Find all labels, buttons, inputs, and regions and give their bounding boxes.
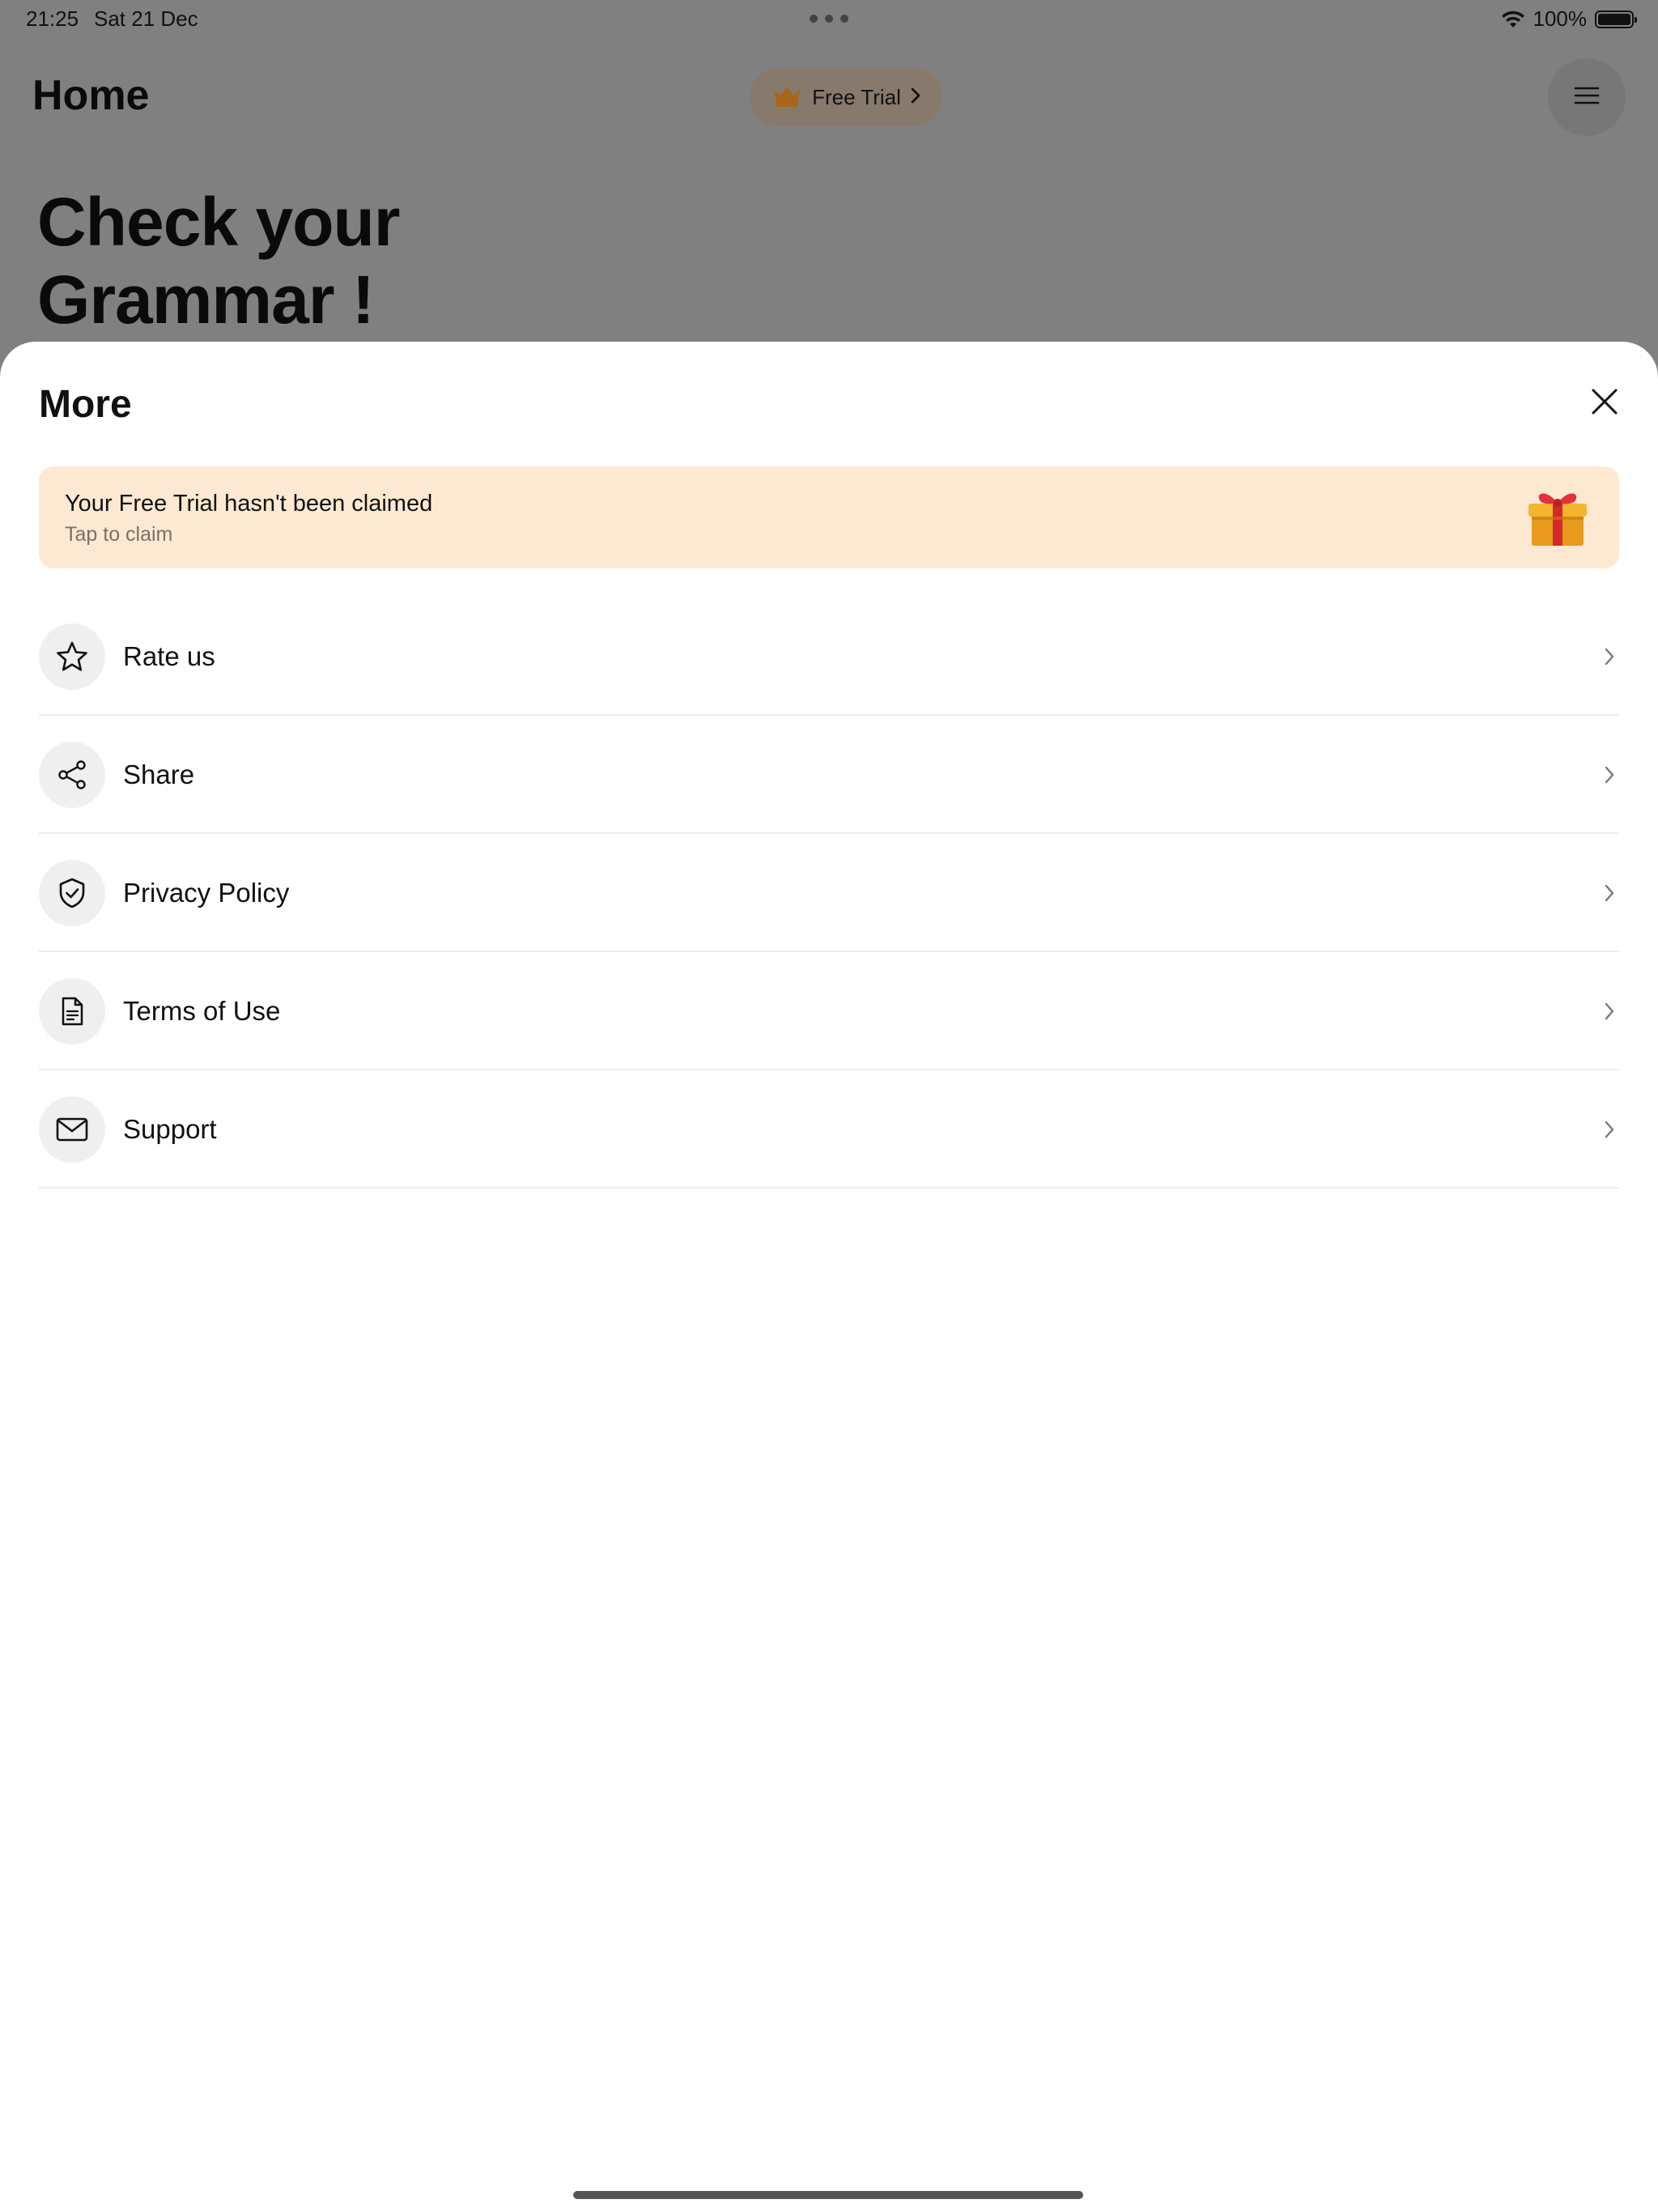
menu-item-label: Rate us — [123, 641, 215, 671]
chevron-right-icon — [911, 87, 920, 108]
chevron-right-icon — [1601, 879, 1618, 907]
chevron-right-icon — [1601, 998, 1618, 1025]
menu-item-label: Share — [123, 759, 195, 789]
menu-item-support[interactable]: Support — [39, 1070, 1619, 1189]
free-trial-banner[interactable]: Your Free Trial hasn't been claimed Tap … — [39, 466, 1619, 568]
battery-percentage: 100% — [1533, 6, 1588, 31]
more-sheet: More Your Free Trial hasn't been claimed… — [0, 342, 1658, 2212]
sheet-title: More — [39, 383, 132, 426]
home-title: Home — [32, 72, 150, 119]
chevron-right-icon — [1601, 643, 1618, 670]
chevron-right-icon — [1601, 1116, 1618, 1143]
menu-item-label: Support — [123, 1114, 217, 1144]
menu-item-label: Terms of Use — [123, 996, 281, 1026]
hero-heading-line-2: Grammar ! — [37, 262, 375, 338]
chevron-right-icon — [1601, 761, 1618, 789]
document-icon — [39, 978, 105, 1044]
menu-item-rate-us[interactable]: Rate us — [39, 598, 1619, 716]
menu-item-privacy-policy[interactable]: Privacy Policy — [39, 834, 1619, 952]
multitasking-dots-icon[interactable] — [810, 15, 848, 23]
share-icon — [39, 742, 105, 808]
close-button[interactable] — [1587, 385, 1622, 421]
more-menu-list: Rate us Share Privacy Policy Terms of Us… — [39, 598, 1619, 1189]
wifi-icon — [1501, 10, 1525, 29]
crown-icon — [772, 83, 802, 112]
menu-item-share[interactable]: Share — [39, 716, 1619, 834]
close-icon — [1591, 388, 1618, 419]
menu-button[interactable] — [1548, 58, 1626, 136]
star-icon — [39, 623, 105, 690]
envelope-icon — [39, 1096, 105, 1163]
status-date: Sat 21 Dec — [94, 6, 198, 31]
free-trial-label: Free Trial — [812, 84, 901, 109]
shield-check-icon — [39, 860, 105, 926]
gift-icon — [1525, 484, 1590, 549]
status-bar: 21:25 Sat 21 Dec 100% — [0, 0, 1658, 39]
menu-item-terms-of-use[interactable]: Terms of Use — [39, 952, 1619, 1070]
battery-icon — [1595, 10, 1637, 28]
menu-item-label: Privacy Policy — [123, 878, 290, 908]
free-trial-button[interactable]: Free Trial — [750, 68, 942, 126]
hero-heading-line-1: Check your — [37, 184, 400, 260]
home-indicator[interactable] — [573, 2191, 1083, 2199]
status-time: 21:25 — [26, 6, 79, 31]
hamburger-icon — [1574, 86, 1600, 109]
banner-subtitle: Tap to claim — [65, 523, 173, 546]
banner-title: Your Free Trial hasn't been claimed — [65, 491, 433, 517]
